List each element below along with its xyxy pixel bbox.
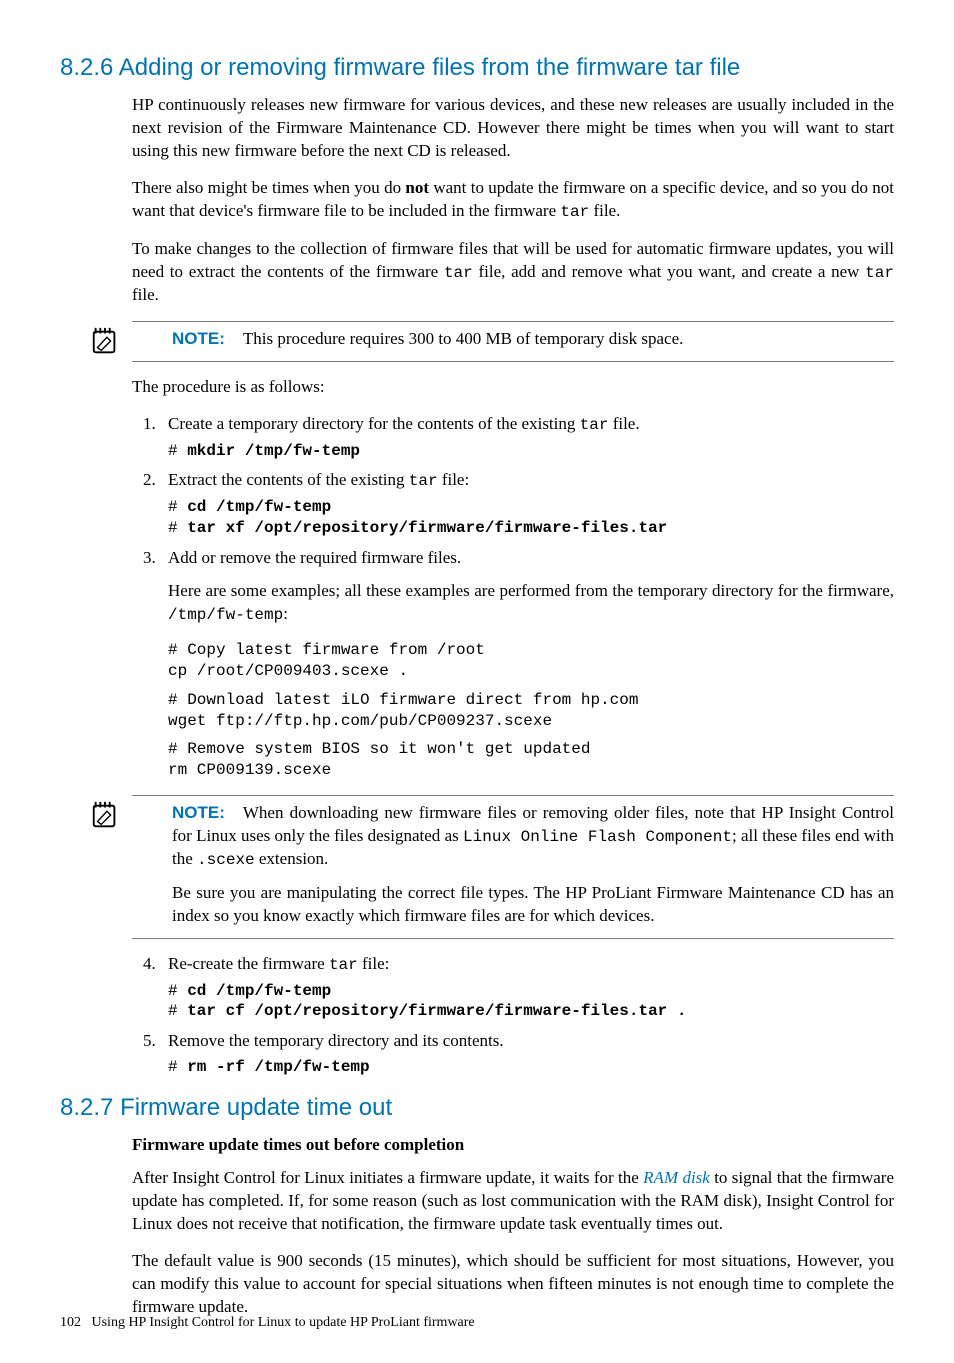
- section-number: 8.2.6: [60, 54, 113, 81]
- page-number: 102: [60, 1315, 81, 1330]
- note-icon: [90, 800, 120, 830]
- paragraph: The default value is 900 seconds (15 min…: [132, 1250, 894, 1319]
- page-footer: 102 Using HP Insight Control for Linux t…: [60, 1314, 475, 1333]
- list-item: Extract the contents of the existing tar…: [160, 469, 894, 538]
- ram-disk-link[interactable]: RAM disk: [643, 1168, 710, 1187]
- list-item: Add or remove the required firmware file…: [160, 547, 894, 781]
- code-block: # rm -rf /tmp/fw-temp: [168, 1057, 894, 1078]
- ordered-list: Re-create the firmware tar file: # cd /t…: [132, 953, 894, 1078]
- note-text: This procedure requires 300 to 400 MB of…: [243, 329, 683, 348]
- list-item: Remove the temporary directory and its c…: [160, 1030, 894, 1078]
- code-block: # Download latest iLO firmware direct fr…: [168, 690, 894, 732]
- section-body: Firmware update times out before complet…: [132, 1134, 894, 1319]
- page: 8.2.6 Adding or removing firmware files …: [0, 0, 954, 1363]
- section-title: Adding or removing firmware files from t…: [119, 54, 741, 81]
- paragraph: To make changes to the collection of fir…: [132, 238, 894, 307]
- note-box: NOTE: This procedure requires 300 to 400 …: [132, 321, 894, 362]
- paragraph: HP continuously releases new firmware fo…: [132, 94, 894, 163]
- paragraph: After Insight Control for Linux initiate…: [132, 1167, 894, 1236]
- code-block: # mkdir /tmp/fw-temp: [168, 441, 894, 462]
- code-block: # Remove system BIOS so it won't get upd…: [168, 739, 894, 781]
- note-box: NOTE:When downloading new firmware files…: [132, 795, 894, 939]
- list-item: Create a temporary directory for the con…: [160, 413, 894, 461]
- note-icon: [90, 326, 120, 356]
- note-content: NOTE:When downloading new firmware files…: [132, 802, 894, 928]
- note-text: Be sure you are manipulating the correct…: [172, 882, 894, 928]
- sub-heading: Firmware update times out before complet…: [132, 1134, 894, 1157]
- paragraph: The procedure is as follows:: [132, 376, 894, 399]
- section-heading: 8.2.6 Adding or removing firmware files …: [60, 52, 894, 84]
- paragraph: There also might be times when you do no…: [132, 177, 894, 224]
- paragraph: Here are some examples; all these exampl…: [168, 580, 894, 627]
- section-body: Re-create the firmware tar file: # cd /t…: [132, 953, 894, 1078]
- ordered-list: Create a temporary directory for the con…: [132, 413, 894, 781]
- list-item: Re-create the firmware tar file: # cd /t…: [160, 953, 894, 1022]
- section-number: 8.2.7: [60, 1094, 113, 1121]
- section-body: HP continuously releases new firmware fo…: [132, 94, 894, 307]
- code-block: # cd /tmp/fw-temp # tar xf /opt/reposito…: [168, 497, 894, 539]
- note-content: NOTE: This procedure requires 300 to 400 …: [132, 328, 894, 351]
- note-label: NOTE:: [172, 803, 225, 822]
- section-heading: 8.2.7 Firmware update time out: [60, 1092, 894, 1124]
- code-block: # Copy latest firmware from /root cp /ro…: [168, 640, 894, 682]
- note-label: NOTE:: [172, 329, 225, 348]
- footer-title: Using HP Insight Control for Linux to up…: [92, 1315, 475, 1330]
- section-title: Firmware update time out: [120, 1094, 392, 1121]
- code-block: # cd /tmp/fw-temp # tar cf /opt/reposito…: [168, 981, 894, 1023]
- section-body: The procedure is as follows: Create a te…: [132, 376, 894, 781]
